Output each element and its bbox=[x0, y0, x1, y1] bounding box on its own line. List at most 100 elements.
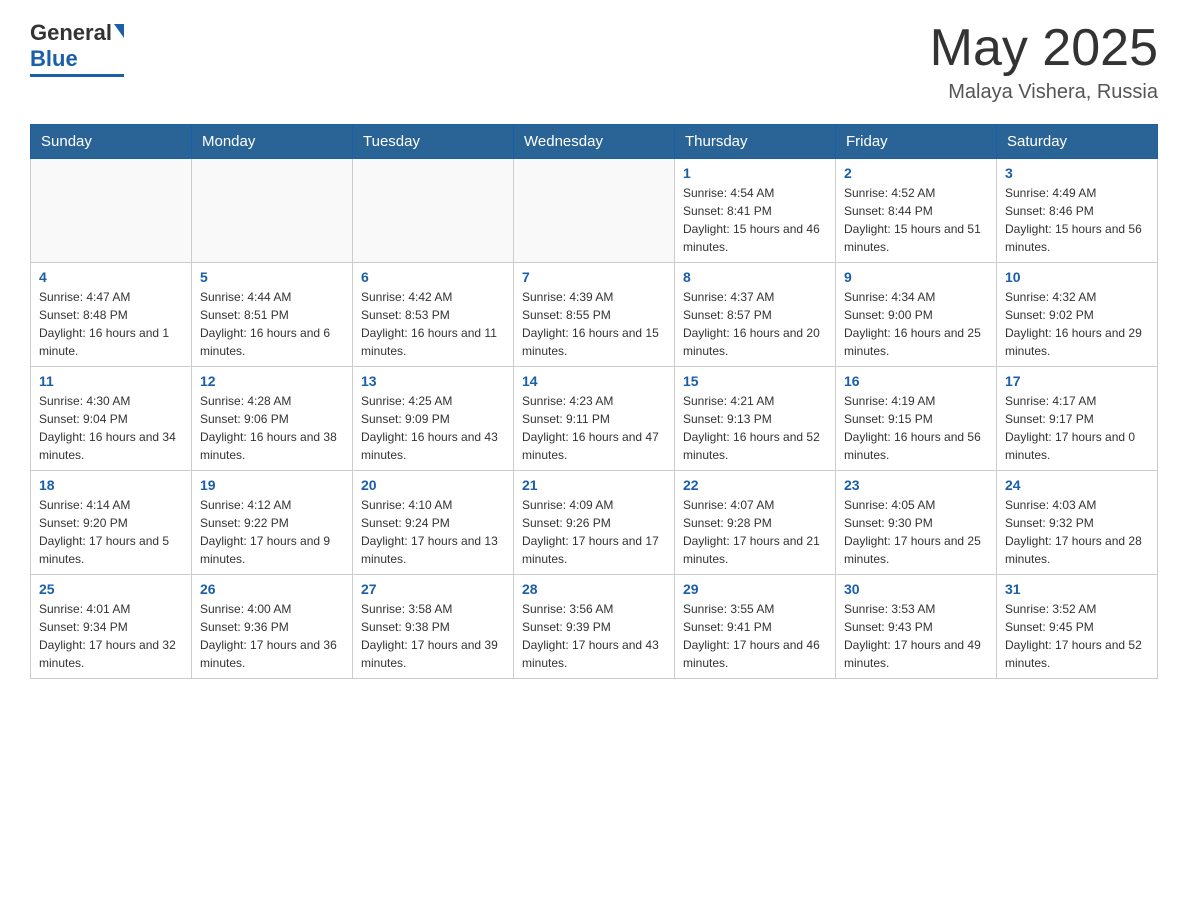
day-info: Sunrise: 4:32 AM Sunset: 9:02 PM Dayligh… bbox=[1005, 288, 1149, 360]
calendar-cell: 2 Sunrise: 4:52 AM Sunset: 8:44 PM Daylig… bbox=[836, 159, 997, 263]
calendar-cell: 28 Sunrise: 3:56 AM Sunset: 9:39 PM Dayli… bbox=[514, 575, 675, 679]
calendar-cell bbox=[514, 159, 675, 263]
day-info: Sunrise: 3:52 AM Sunset: 9:45 PM Dayligh… bbox=[1005, 600, 1149, 672]
day-info: Sunrise: 4:23 AM Sunset: 9:11 PM Dayligh… bbox=[522, 392, 666, 464]
day-number: 15 bbox=[683, 373, 827, 389]
calendar-cell bbox=[353, 159, 514, 263]
day-number: 29 bbox=[683, 581, 827, 597]
logo-triangle-icon bbox=[114, 24, 124, 38]
day-info: Sunrise: 4:05 AM Sunset: 9:30 PM Dayligh… bbox=[844, 496, 988, 568]
month-title: May 2025 bbox=[930, 20, 1158, 77]
calendar-week-4: 18 Sunrise: 4:14 AM Sunset: 9:20 PM Dayli… bbox=[31, 471, 1158, 575]
weekday-header-sunday: Sunday bbox=[31, 125, 192, 159]
calendar-cell: 29 Sunrise: 3:55 AM Sunset: 9:41 PM Dayli… bbox=[675, 575, 836, 679]
day-info: Sunrise: 3:55 AM Sunset: 9:41 PM Dayligh… bbox=[683, 600, 827, 672]
day-number: 19 bbox=[200, 477, 344, 493]
day-number: 2 bbox=[844, 165, 988, 181]
day-number: 30 bbox=[844, 581, 988, 597]
weekday-header-thursday: Thursday bbox=[675, 125, 836, 159]
day-number: 22 bbox=[683, 477, 827, 493]
calendar-cell: 5Sunrise: 4:44 AM Sunset: 8:51 PM Daylig… bbox=[192, 263, 353, 367]
calendar-week-3: 11 Sunrise: 4:30 AM Sunset: 9:04 PM Dayli… bbox=[31, 367, 1158, 471]
day-info: Sunrise: 4:44 AM Sunset: 8:51 PM Dayligh… bbox=[200, 288, 344, 360]
day-info: Sunrise: 4:09 AM Sunset: 9:26 PM Dayligh… bbox=[522, 496, 666, 568]
day-info: Sunrise: 4:17 AM Sunset: 9:17 PM Dayligh… bbox=[1005, 392, 1149, 464]
calendar-cell bbox=[192, 159, 353, 263]
day-number: 17 bbox=[1005, 373, 1149, 389]
calendar-cell: 22 Sunrise: 4:07 AM Sunset: 9:28 PM Dayli… bbox=[675, 471, 836, 575]
day-info: Sunrise: 4:47 AM Sunset: 8:48 PM Dayligh… bbox=[39, 288, 183, 360]
calendar-cell: 17 Sunrise: 4:17 AM Sunset: 9:17 PM Dayli… bbox=[997, 367, 1158, 471]
day-info: Sunrise: 4:07 AM Sunset: 9:28 PM Dayligh… bbox=[683, 496, 827, 568]
calendar-cell: 21 Sunrise: 4:09 AM Sunset: 9:26 PM Dayli… bbox=[514, 471, 675, 575]
day-info: Sunrise: 3:56 AM Sunset: 9:39 PM Dayligh… bbox=[522, 600, 666, 672]
calendar-cell: 31 Sunrise: 3:52 AM Sunset: 9:45 PM Dayli… bbox=[997, 575, 1158, 679]
day-number: 8 bbox=[683, 269, 827, 285]
day-number: 20 bbox=[361, 477, 505, 493]
calendar-cell: 3Sunrise: 4:49 AM Sunset: 8:46 PM Daylig… bbox=[997, 159, 1158, 263]
day-number: 13 bbox=[361, 373, 505, 389]
day-info: Sunrise: 4:00 AM Sunset: 9:36 PM Dayligh… bbox=[200, 600, 344, 672]
day-info: Sunrise: 4:12 AM Sunset: 9:22 PM Dayligh… bbox=[200, 496, 344, 568]
calendar-cell: 7 Sunrise: 4:39 AM Sunset: 8:55 PM Daylig… bbox=[514, 263, 675, 367]
day-info: Sunrise: 4:42 AM Sunset: 8:53 PM Dayligh… bbox=[361, 288, 505, 360]
logo-blue-text: Blue bbox=[30, 46, 78, 72]
calendar-cell: 13 Sunrise: 4:25 AM Sunset: 9:09 PM Dayli… bbox=[353, 367, 514, 471]
logo: General Blue bbox=[30, 20, 124, 77]
day-number: 26 bbox=[200, 581, 344, 597]
calendar-cell: 1 Sunrise: 4:54 AM Sunset: 8:41 PM Daylig… bbox=[675, 159, 836, 263]
day-number: 6 bbox=[361, 269, 505, 285]
day-number: 9 bbox=[844, 269, 988, 285]
weekday-header-monday: Monday bbox=[192, 125, 353, 159]
day-info: Sunrise: 4:10 AM Sunset: 9:24 PM Dayligh… bbox=[361, 496, 505, 568]
day-number: 12 bbox=[200, 373, 344, 389]
weekday-header-saturday: Saturday bbox=[997, 125, 1158, 159]
calendar-cell: 11 Sunrise: 4:30 AM Sunset: 9:04 PM Dayli… bbox=[31, 367, 192, 471]
calendar-cell: 27Sunrise: 3:58 AM Sunset: 9:38 PM Dayli… bbox=[353, 575, 514, 679]
day-number: 27 bbox=[361, 581, 505, 597]
day-number: 1 bbox=[683, 165, 827, 181]
day-number: 18 bbox=[39, 477, 183, 493]
day-number: 28 bbox=[522, 581, 666, 597]
calendar-cell: 15 Sunrise: 4:21 AM Sunset: 9:13 PM Dayli… bbox=[675, 367, 836, 471]
calendar-cell: 9Sunrise: 4:34 AM Sunset: 9:00 PM Daylig… bbox=[836, 263, 997, 367]
day-info: Sunrise: 4:39 AM Sunset: 8:55 PM Dayligh… bbox=[522, 288, 666, 360]
day-number: 24 bbox=[1005, 477, 1149, 493]
day-info: Sunrise: 4:01 AM Sunset: 9:34 PM Dayligh… bbox=[39, 600, 183, 672]
day-info: Sunrise: 4:30 AM Sunset: 9:04 PM Dayligh… bbox=[39, 392, 183, 464]
calendar-cell: 19 Sunrise: 4:12 AM Sunset: 9:22 PM Dayli… bbox=[192, 471, 353, 575]
day-info: Sunrise: 4:19 AM Sunset: 9:15 PM Dayligh… bbox=[844, 392, 988, 464]
day-number: 16 bbox=[844, 373, 988, 389]
calendar-cell: 16 Sunrise: 4:19 AM Sunset: 9:15 PM Dayli… bbox=[836, 367, 997, 471]
calendar-cell: 30Sunrise: 3:53 AM Sunset: 9:43 PM Dayli… bbox=[836, 575, 997, 679]
calendar-cell: 4 Sunrise: 4:47 AM Sunset: 8:48 PM Daylig… bbox=[31, 263, 192, 367]
day-info: Sunrise: 4:25 AM Sunset: 9:09 PM Dayligh… bbox=[361, 392, 505, 464]
day-number: 21 bbox=[522, 477, 666, 493]
calendar-cell: 18 Sunrise: 4:14 AM Sunset: 9:20 PM Dayli… bbox=[31, 471, 192, 575]
calendar-cell: 23Sunrise: 4:05 AM Sunset: 9:30 PM Dayli… bbox=[836, 471, 997, 575]
day-number: 31 bbox=[1005, 581, 1149, 597]
day-info: Sunrise: 4:37 AM Sunset: 8:57 PM Dayligh… bbox=[683, 288, 827, 360]
day-info: Sunrise: 4:14 AM Sunset: 9:20 PM Dayligh… bbox=[39, 496, 183, 568]
day-info: Sunrise: 4:03 AM Sunset: 9:32 PM Dayligh… bbox=[1005, 496, 1149, 568]
location-label: Malaya Vishera, Russia bbox=[930, 81, 1158, 104]
calendar-week-5: 25Sunrise: 4:01 AM Sunset: 9:34 PM Dayli… bbox=[31, 575, 1158, 679]
calendar-cell: 20 Sunrise: 4:10 AM Sunset: 9:24 PM Dayli… bbox=[353, 471, 514, 575]
day-info: Sunrise: 4:52 AM Sunset: 8:44 PM Dayligh… bbox=[844, 184, 988, 256]
logo-general-text: General bbox=[30, 20, 112, 46]
calendar-cell: 25Sunrise: 4:01 AM Sunset: 9:34 PM Dayli… bbox=[31, 575, 192, 679]
day-number: 7 bbox=[522, 269, 666, 285]
calendar-cell bbox=[31, 159, 192, 263]
day-number: 3 bbox=[1005, 165, 1149, 181]
weekday-header-row: SundayMondayTuesdayWednesdayThursdayFrid… bbox=[31, 125, 1158, 159]
page-header: General Blue May 2025 Malaya Vishera, Ru… bbox=[30, 20, 1158, 104]
calendar-cell: 10Sunrise: 4:32 AM Sunset: 9:02 PM Dayli… bbox=[997, 263, 1158, 367]
day-info: Sunrise: 4:54 AM Sunset: 8:41 PM Dayligh… bbox=[683, 184, 827, 256]
day-number: 11 bbox=[39, 373, 183, 389]
day-info: Sunrise: 4:21 AM Sunset: 9:13 PM Dayligh… bbox=[683, 392, 827, 464]
calendar-cell: 14Sunrise: 4:23 AM Sunset: 9:11 PM Dayli… bbox=[514, 367, 675, 471]
day-number: 4 bbox=[39, 269, 183, 285]
calendar-cell: 26 Sunrise: 4:00 AM Sunset: 9:36 PM Dayli… bbox=[192, 575, 353, 679]
calendar-week-1: 1 Sunrise: 4:54 AM Sunset: 8:41 PM Daylig… bbox=[31, 159, 1158, 263]
calendar-cell: 8 Sunrise: 4:37 AM Sunset: 8:57 PM Daylig… bbox=[675, 263, 836, 367]
